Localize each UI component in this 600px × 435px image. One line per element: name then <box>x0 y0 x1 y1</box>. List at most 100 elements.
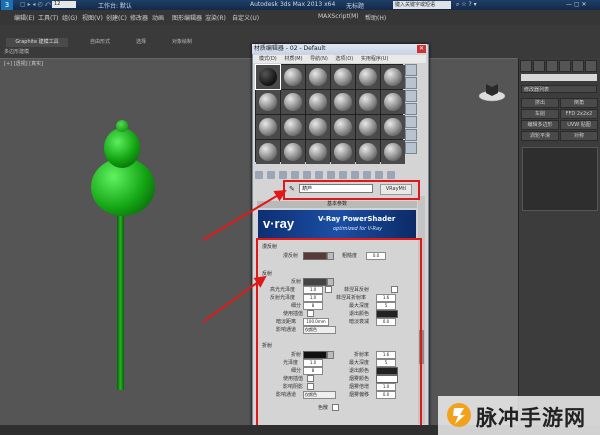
modifier-button-edit-poly[interactable]: 编辑多边形 <box>521 120 559 130</box>
menu-options[interactable]: 选项(O) <box>335 56 353 62</box>
material-sample-slot[interactable] <box>381 115 405 139</box>
material-sample-slot[interactable] <box>331 140 355 164</box>
modifier-button-extrude[interactable]: 挤出 <box>521 98 559 108</box>
sample-type-icon[interactable] <box>405 64 417 76</box>
modify-tab-icon[interactable] <box>533 60 545 72</box>
video-color-check-icon[interactable] <box>405 116 417 128</box>
close-icon[interactable]: ✕ <box>417 45 426 53</box>
go-to-parent-icon[interactable] <box>375 171 383 179</box>
modifier-button-lathe[interactable]: 车削 <box>521 109 559 119</box>
material-sample-slot[interactable] <box>331 65 355 89</box>
viewport-label[interactable]: [+] [透视] [真实] <box>4 60 43 67</box>
menu-tools[interactable]: 工具(T) <box>38 13 58 22</box>
get-material-icon[interactable] <box>255 171 263 179</box>
menu-material[interactable]: 材质(M) <box>284 56 302 62</box>
material-sample-slot[interactable] <box>281 115 305 139</box>
vray-subtitle: optimized for V-Ray <box>333 226 383 232</box>
gourd-cap[interactable] <box>116 120 128 132</box>
background-icon[interactable] <box>405 90 417 102</box>
modifier-button-bevel[interactable]: 倒角 <box>560 98 598 108</box>
make-preview-icon[interactable] <box>405 129 417 141</box>
uv-tiling-icon[interactable] <box>405 103 417 115</box>
material-sample-slot[interactable] <box>306 90 330 114</box>
menu-navigation[interactable]: 导航(N) <box>310 56 328 62</box>
hierarchy-tab-icon[interactable] <box>546 60 558 72</box>
create-tab-icon[interactable] <box>520 60 532 72</box>
material-sample-slot[interactable] <box>281 65 305 89</box>
menu-rendering[interactable]: 渲染(R) <box>205 13 226 22</box>
tab-object-paint[interactable]: 对象绘制 <box>172 38 192 45</box>
menu-modifiers[interactable]: 修改器 <box>130 13 148 22</box>
app-logo-icon[interactable]: 3 <box>1 0 13 10</box>
material-sample-slot[interactable] <box>306 65 330 89</box>
material-sample-slot[interactable] <box>381 140 405 164</box>
copy-material-icon[interactable] <box>303 171 311 179</box>
toolbar-dropdown[interactable]: 12 <box>52 1 76 8</box>
gourd-stem[interactable] <box>117 205 124 390</box>
material-sample-slot[interactable] <box>356 115 380 139</box>
window-controls[interactable]: — ▢ ✕ <box>566 1 587 8</box>
menu-animation[interactable]: 动画 <box>152 13 164 22</box>
utilities-tab-icon[interactable] <box>585 60 597 72</box>
backlight-icon[interactable] <box>405 77 417 89</box>
menu-mode[interactable]: 模式(D) <box>259 56 277 62</box>
material-sample-slot[interactable] <box>331 90 355 114</box>
material-sample-slot[interactable] <box>356 140 380 164</box>
menu-maxscript[interactable]: MAXScript(M) <box>318 13 359 20</box>
highlight-box-material-type <box>283 180 420 200</box>
tab-freeform[interactable]: 自由形式 <box>90 38 110 45</box>
menu-edit[interactable]: 编辑(E) <box>14 13 34 22</box>
viewcube-icon[interactable] <box>478 76 506 104</box>
material-sample-slot[interactable] <box>306 115 330 139</box>
gourd-top-bulb[interactable] <box>104 128 140 168</box>
menu-views[interactable]: 视图(V) <box>82 13 103 22</box>
tab-graphite-modeling[interactable]: Graphite 建模工具 <box>6 38 68 47</box>
reset-map-icon[interactable] <box>291 171 299 179</box>
search-input[interactable]: 键入关键字或短语 <box>393 1 451 9</box>
modifier-stack-list[interactable] <box>522 147 598 211</box>
tab-selection[interactable]: 选择 <box>136 38 146 45</box>
motion-tab-icon[interactable] <box>559 60 571 72</box>
material-sample-slot[interactable] <box>281 90 305 114</box>
workspace-label[interactable]: 工作台: 默认 <box>98 1 132 10</box>
menu-customize[interactable]: 自定义(U) <box>232 13 259 22</box>
material-id-icon[interactable] <box>339 171 347 179</box>
modifier-list-dropdown[interactable]: 修改器列表 <box>521 85 597 93</box>
put-to-library-icon[interactable] <box>327 171 335 179</box>
help-icons[interactable]: ⌕ ☆ ? ▾ <box>456 1 477 9</box>
material-sample-slot[interactable] <box>256 140 280 164</box>
material-sample-slot[interactable] <box>356 65 380 89</box>
modifier-button-symmetry[interactable]: 对称 <box>560 131 598 141</box>
material-sample-slot[interactable] <box>256 90 280 114</box>
put-to-scene-icon[interactable] <box>267 171 275 179</box>
show-map-icon[interactable] <box>351 171 359 179</box>
window-title-bar: 3 ▢ ▸ ◂ ◴ ⤺ ⤻ 12 工作台: 默认 Autodesk 3ds Ma… <box>0 0 600 10</box>
material-editor-title: 材质编辑器 - 02 - Default <box>252 44 427 54</box>
object-name-field[interactable] <box>521 74 597 81</box>
material-sample-slot[interactable] <box>331 115 355 139</box>
material-sample-slot[interactable] <box>306 140 330 164</box>
assign-to-selection-icon[interactable] <box>279 171 287 179</box>
options-icon[interactable] <box>405 142 417 154</box>
display-tab-icon[interactable] <box>572 60 584 72</box>
menu-create[interactable]: 创建(C) <box>106 13 127 22</box>
go-forward-icon[interactable] <box>387 171 395 179</box>
menu-help[interactable]: 帮助(H) <box>365 13 386 22</box>
subtab-polygon-modeling[interactable]: 多边形建模 <box>4 48 29 55</box>
material-sample-slot[interactable] <box>255 64 281 90</box>
show-end-result-icon[interactable] <box>363 171 371 179</box>
menu-group[interactable]: 组(G) <box>62 13 77 22</box>
modifier-button-ffd[interactable]: FFD 2x2x2 <box>560 109 598 119</box>
menu-graph-editors[interactable]: 图形编辑器 <box>172 13 202 22</box>
modifier-button-uvw-map[interactable]: UVW 贴图 <box>560 120 598 130</box>
material-sample-slot[interactable] <box>281 140 305 164</box>
material-sample-slot[interactable] <box>356 90 380 114</box>
make-unique-icon[interactable] <box>315 171 323 179</box>
material-sample-slot[interactable] <box>256 115 280 139</box>
menu-utilities[interactable]: 实用程序(U) <box>361 56 389 62</box>
material-sample-slot[interactable] <box>381 65 405 89</box>
material-sample-slots <box>255 64 405 164</box>
modifier-button-turbosmooth[interactable]: 涡轮平滑 <box>521 131 559 141</box>
material-sample-slot[interactable] <box>381 90 405 114</box>
watermark-text: 脉冲手游网 <box>476 406 586 430</box>
